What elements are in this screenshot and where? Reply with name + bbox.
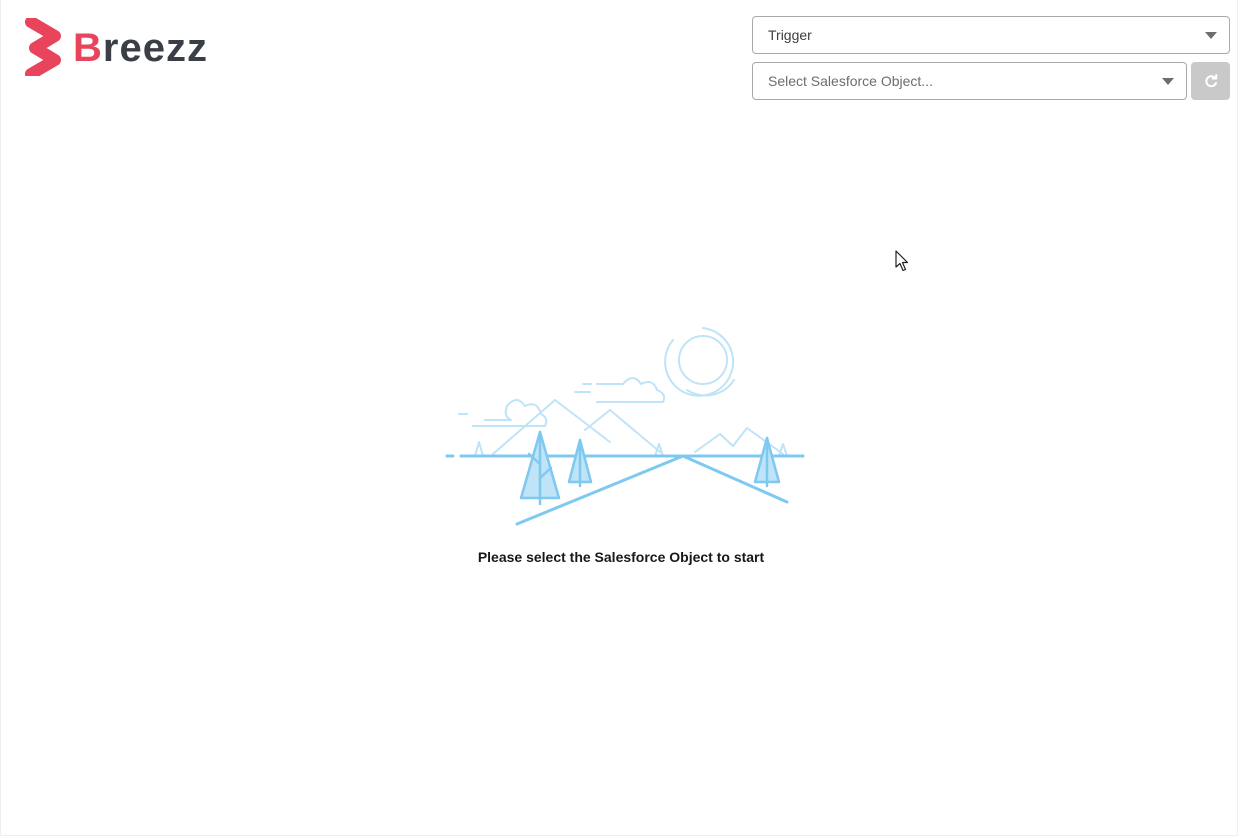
- salesforce-object-select[interactable]: Select Salesforce Object...: [752, 62, 1187, 100]
- salesforce-object-select-placeholder: Select Salesforce Object...: [768, 73, 933, 89]
- brand-logo: Breezz: [25, 18, 208, 76]
- brand-name: Breezz: [73, 26, 208, 68]
- refresh-button[interactable]: [1191, 62, 1230, 100]
- app-frame: Breezz Trigger Select Salesforce Object.…: [0, 0, 1238, 836]
- mouse-cursor-icon: [895, 250, 909, 272]
- brand-name-accent: B: [73, 26, 103, 70]
- landscape-mountains-trees-sun-icon: [445, 327, 805, 526]
- chevron-down-icon: [1162, 78, 1174, 85]
- chevron-down-icon: [1205, 32, 1217, 39]
- breezz-logo-icon: [25, 18, 61, 76]
- trigger-select-value: Trigger: [768, 27, 812, 43]
- trigger-select[interactable]: Trigger: [752, 16, 1230, 54]
- brand-name-rest: reezz: [102, 26, 208, 70]
- refresh-icon: [1204, 74, 1217, 88]
- empty-state-message: Please select the Salesforce Object to s…: [477, 549, 765, 565]
